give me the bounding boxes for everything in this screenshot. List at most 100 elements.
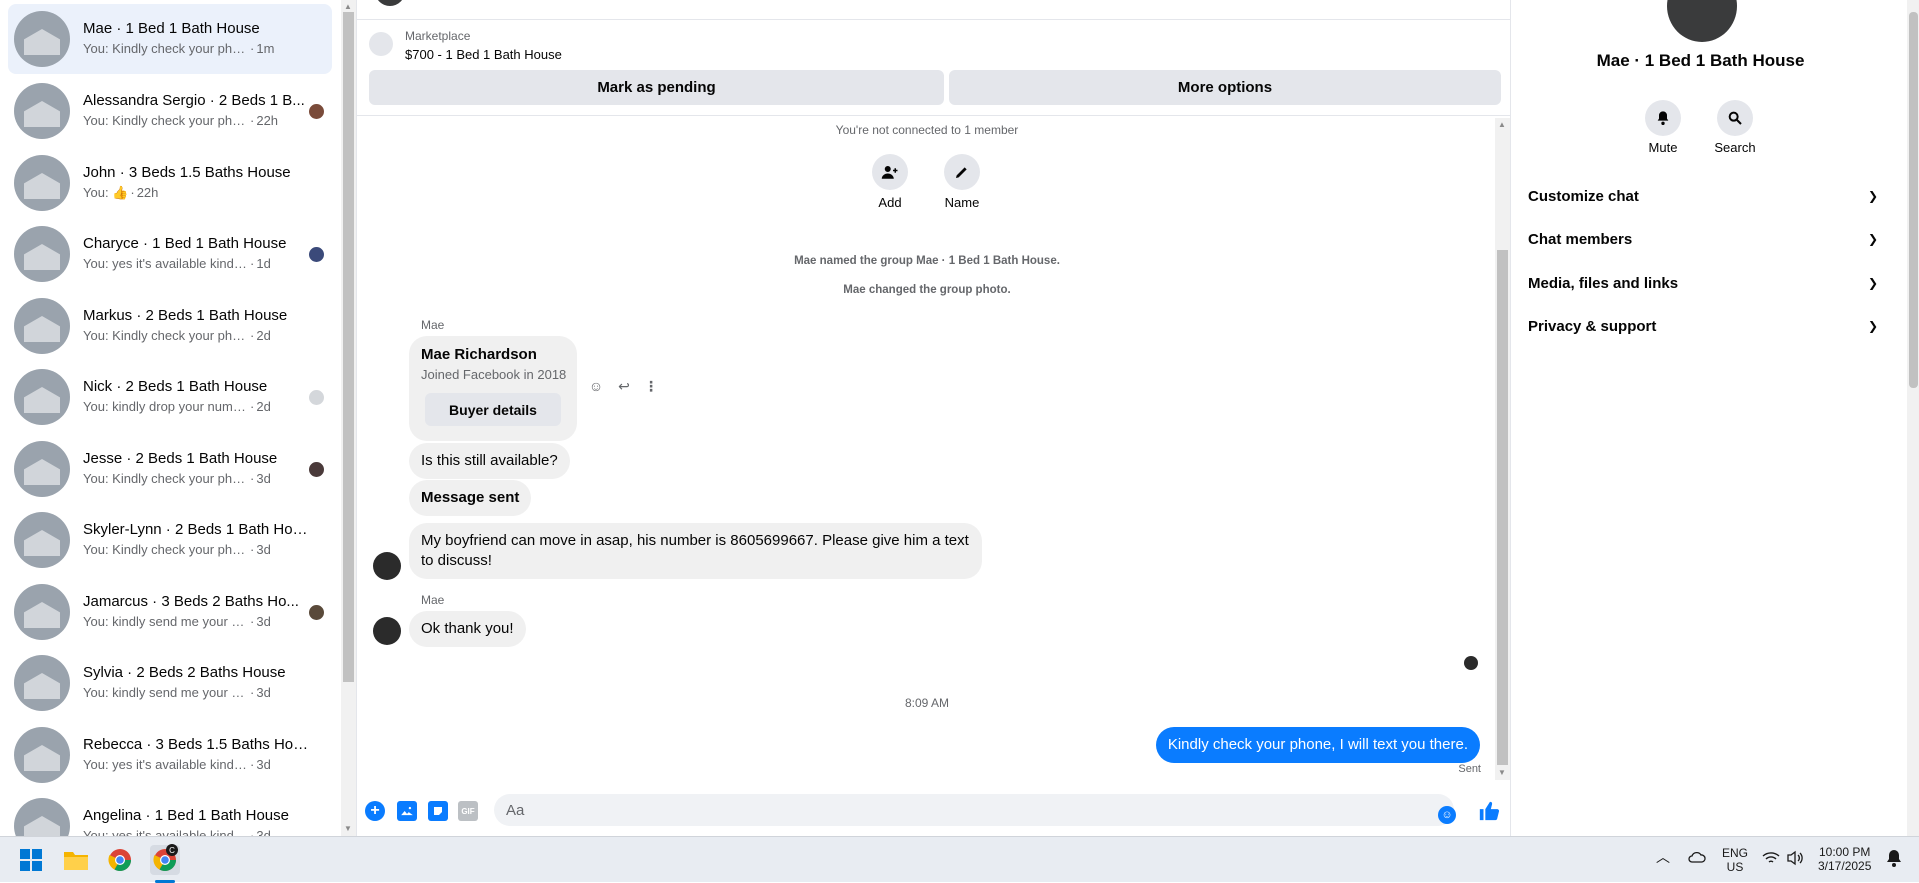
sender-avatar[interactable] — [373, 552, 401, 580]
conversation-snippet: You: yes it's available kindly dro...·1d — [83, 256, 318, 271]
edit-name-pencil-icon[interactable] — [944, 154, 980, 190]
clock-date: 3/17/2025 — [1818, 859, 1872, 873]
conversation-item[interactable]: Jesse · 2 Beds 1 Bath House You: Kindly … — [8, 434, 332, 504]
conversation-thumbnail — [14, 798, 70, 836]
sender-name: Mae — [421, 593, 445, 607]
add-person-icon[interactable] — [872, 154, 908, 190]
onedrive-cloud-icon[interactable] — [1688, 851, 1706, 866]
conversation-thumbnail — [14, 226, 70, 282]
search-icon[interactable] — [1717, 100, 1753, 136]
conversation-item[interactable]: Alessandra Sergio · 2 Beds 1 B... You: K… — [8, 76, 332, 146]
volume-icon[interactable] — [1786, 850, 1804, 869]
sticker-icon[interactable] — [428, 801, 448, 821]
buyer-details-button[interactable]: Buyer details — [425, 393, 561, 426]
emoji-icon[interactable]: ☺ — [1438, 806, 1456, 824]
snippet-separator: · — [250, 828, 255, 836]
conversation-item[interactable]: Jamarcus · 3 Beds 2 Baths Ho... You: kin… — [8, 577, 332, 647]
chat-members-section[interactable]: Chat members ❯ — [1528, 221, 1878, 257]
sent-status: Sent — [1458, 763, 1481, 775]
customize-chat-section[interactable]: Customize chat ❯ — [1528, 178, 1878, 214]
scrollbar-thumb[interactable] — [343, 12, 354, 682]
snippet-time: 3d — [256, 685, 271, 700]
message-bubble[interactable]: Message sent — [409, 480, 532, 516]
image-gallery-icon[interactable] — [397, 801, 417, 821]
plus-icon[interactable]: + — [365, 801, 385, 821]
message-input[interactable] — [494, 794, 1454, 826]
conversation-snippet: You: 👍 · 22h — [83, 185, 318, 201]
sender-avatar[interactable] — [373, 617, 401, 645]
message-bubble[interactable]: Ok thank you! — [409, 611, 526, 647]
conversation-snippet: You: Kindly check your phone, I ...·3d — [83, 471, 318, 486]
language-indicator[interactable]: ENG US — [1722, 846, 1748, 874]
conversation-thumbnail — [14, 512, 70, 568]
notification-bell-icon[interactable] — [1886, 849, 1902, 870]
listing-price-title[interactable]: $700 - 1 Bed 1 Bath House — [405, 47, 562, 62]
conversation-list-scrollbar[interactable]: ▲ ▼ — [341, 0, 356, 836]
conversation-name: Sylvia · 2 Beds 2 Baths House — [83, 664, 286, 681]
conversation-snippet: You: kindly send me your numb...·3d — [83, 614, 318, 629]
message-bubble[interactable]: Is this still available? — [409, 443, 570, 479]
bell-icon[interactable] — [1645, 100, 1681, 136]
conversation-name: Skyler-Lynn · 2 Beds 1 Bath House — [83, 521, 313, 538]
conversation-item[interactable]: Mae · 1 Bed 1 Bath House You: Kindly che… — [8, 4, 332, 74]
chevron-down-icon: ❯ — [1867, 319, 1878, 333]
conversation-thumbnail — [14, 155, 70, 211]
reply-arrow-icon[interactable]: ↩ — [614, 378, 634, 398]
snippet-time: 1d — [256, 256, 271, 271]
gif-icon[interactable]: GIF — [458, 801, 478, 821]
my-message-bubble[interactable]: Kindly check your phone, I will text you… — [1155, 727, 1480, 763]
chrome-profile-icon[interactable]: C — [150, 844, 180, 875]
conversation-item[interactable]: Markus · 2 Beds 1 Bath House You: Kindly… — [8, 291, 332, 361]
conversation-name: Jamarcus · 3 Beds 2 Baths Ho... — [83, 593, 299, 610]
search-label: Search — [1714, 140, 1756, 155]
snippet-text: You: Kindly check your phone, I will... — [83, 328, 248, 343]
snippet-time: 22h — [256, 113, 279, 128]
section-label: Privacy & support — [1528, 317, 1657, 335]
snippet-separator: · — [250, 471, 255, 486]
chrome-icon[interactable] — [105, 845, 135, 875]
media-files-links-section[interactable]: Media, files and links ❯ — [1528, 265, 1878, 301]
react-emoji-icon[interactable]: ☺ — [586, 378, 606, 398]
conversation-item[interactable]: Rebecca · 3 Beds 1.5 Baths House You: ye… — [8, 720, 332, 790]
chevron-down-icon: ❯ — [1867, 189, 1878, 203]
snippet-separator: · — [250, 256, 255, 271]
scroll-down-arrow-icon[interactable]: ▼ — [1498, 768, 1506, 777]
chat-header-avatar[interactable] — [375, 0, 405, 6]
thumbs-up-icon[interactable] — [1477, 799, 1501, 823]
file-explorer-icon[interactable] — [61, 845, 91, 875]
section-label: Media, files and links — [1528, 274, 1679, 292]
conversation-item[interactable]: Charyce · 1 Bed 1 Bath House You: yes it… — [8, 219, 332, 289]
mark-as-pending-button[interactable]: Mark as pending — [369, 70, 944, 105]
conversation-name: Markus · 2 Beds 1 Bath House — [83, 307, 288, 324]
conversation-item[interactable]: Nick · 2 Beds 1 Bath House You: kindly d… — [8, 362, 332, 432]
snippet-separator: · — [250, 614, 255, 629]
scroll-up-arrow-icon[interactable]: ▲ — [344, 2, 352, 11]
conversation-item[interactable]: John · 3 Beds 1.5 Baths House You: 👍 · 22h — [8, 148, 332, 218]
conversation-thumbnail — [14, 298, 70, 354]
scrollbar-thumb[interactable] — [1497, 250, 1508, 765]
chevron-up-icon[interactable]: ︿ — [1656, 850, 1670, 864]
group-avatar[interactable] — [1667, 0, 1737, 42]
windows-start-icon[interactable] — [16, 845, 46, 875]
conversation-thumbnail — [14, 369, 70, 425]
scrollbar-thumb[interactable] — [1909, 12, 1918, 388]
privacy-support-section[interactable]: Privacy & support ❯ — [1528, 308, 1878, 344]
buyer-name: Mae Richardson — [421, 346, 537, 363]
conversation-thumbnail — [14, 655, 70, 711]
message-bubble[interactable]: My boyfriend can move in asap, his numbe… — [409, 523, 982, 579]
buyer-profile-card: Mae Richardson Joined Facebook in 2018 B… — [409, 336, 577, 441]
conversation-item[interactable]: Angelina · 1 Bed 1 Bath House You: yes i… — [8, 791, 332, 836]
conversation-name: Nick · 2 Beds 1 Bath House — [83, 378, 268, 395]
chat-scrollbar[interactable]: ▲ ▼ — [1495, 118, 1510, 780]
system-message-named: Mae named the group Mae · 1 Bed 1 Bath H… — [794, 255, 1060, 267]
section-label: Chat members — [1528, 230, 1633, 248]
page-scrollbar[interactable] — [1907, 0, 1919, 836]
clock[interactable]: 10:00 PM 3/17/2025 — [1818, 845, 1871, 873]
scroll-down-arrow-icon[interactable]: ▼ — [344, 824, 352, 833]
more-options-button[interactable]: More options — [949, 70, 1501, 105]
conversation-item[interactable]: Skyler-Lynn · 2 Beds 1 Bath House You: K… — [8, 505, 332, 575]
scroll-up-arrow-icon[interactable]: ▲ — [1498, 120, 1506, 129]
more-actions-icon[interactable]: ⋮ — [641, 378, 661, 398]
conversation-item[interactable]: Sylvia · 2 Beds 2 Baths House You: kindl… — [8, 648, 332, 718]
wifi-icon[interactable] — [1762, 851, 1780, 868]
